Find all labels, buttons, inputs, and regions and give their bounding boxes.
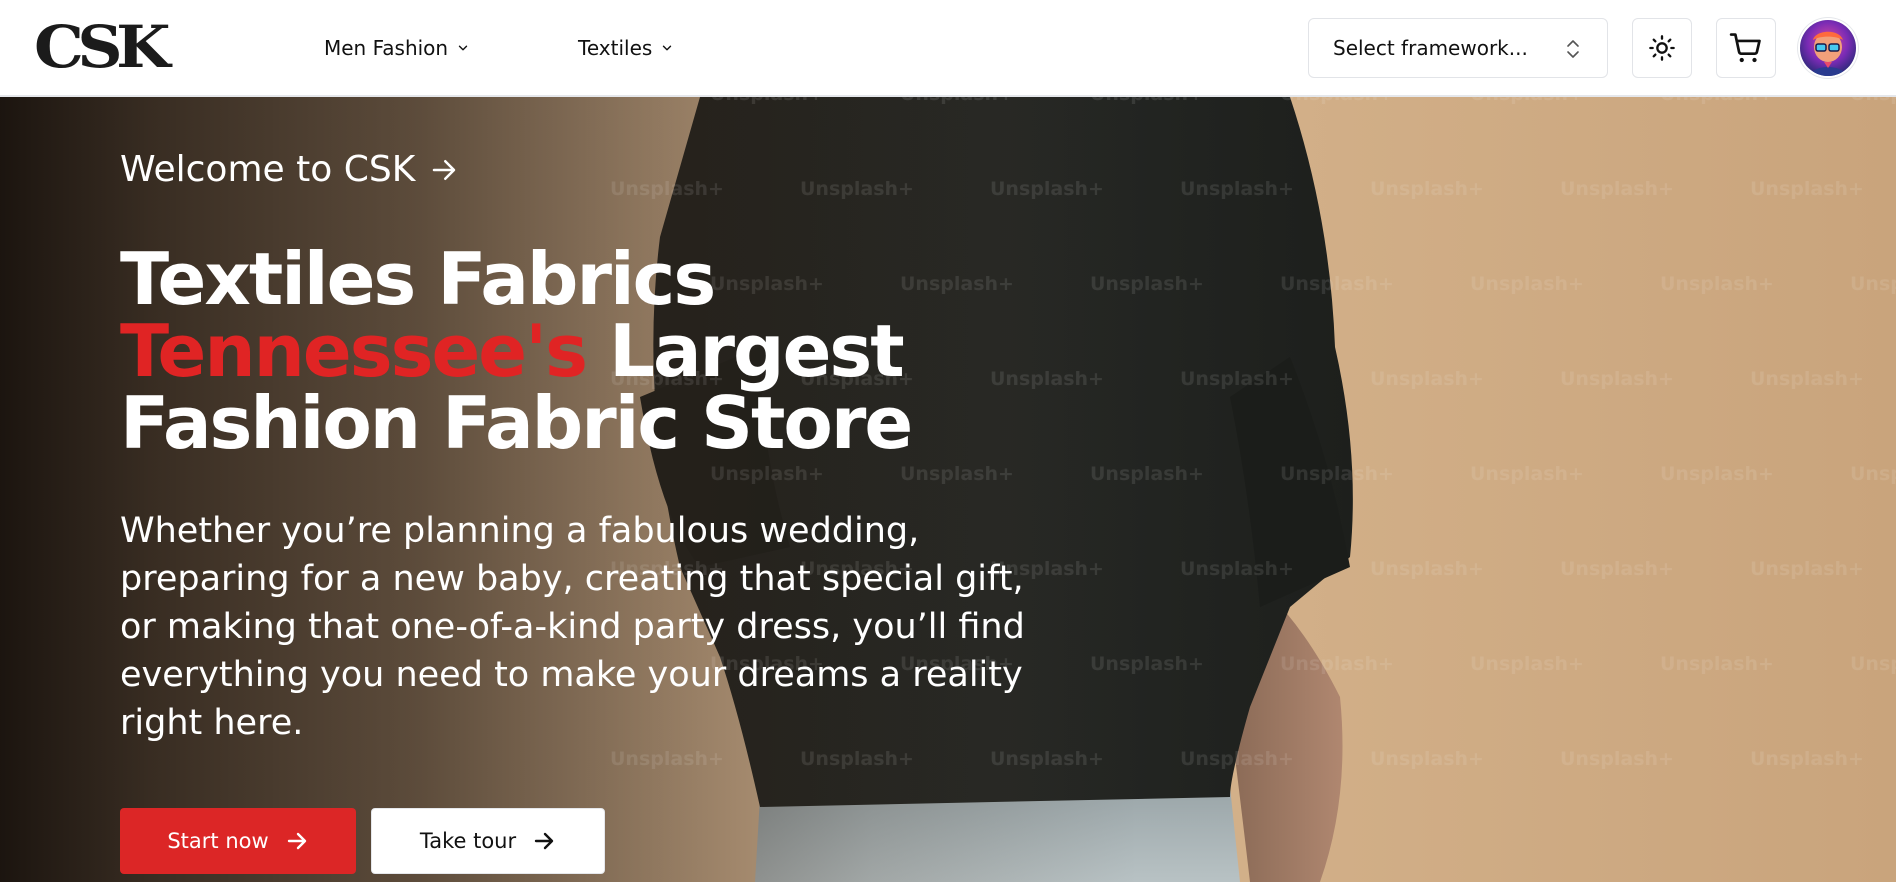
take-tour-button[interactable]: Take tour [371, 808, 605, 874]
welcome-link[interactable]: Welcome to CSK [120, 149, 459, 190]
hero-overlay [0, 97, 1896, 882]
start-now-button[interactable]: Start now [120, 808, 356, 874]
framework-select[interactable]: Select framework... [1308, 18, 1608, 78]
site-logo[interactable]: CSK [34, 17, 171, 77]
sun-icon [1649, 35, 1675, 61]
framework-select-value: Select framework... [1333, 36, 1528, 60]
site-header: CSK Men Fashion Textiles Select framewor… [0, 0, 1896, 97]
chevron-down-icon [458, 45, 468, 51]
headline-line-3: Fashion Fabric Store [120, 381, 913, 465]
hero-description: Whether you’re planning a fabulous weddi… [120, 511, 1025, 743]
nav-textiles[interactable]: Textiles [578, 28, 674, 68]
hero-section: Unsplash+Unsplash+Unsplash+Unsplash+Unsp… [0, 97, 1896, 882]
chevrons-up-down-icon [1567, 40, 1579, 58]
cart-button[interactable] [1716, 18, 1776, 78]
nav-textiles-label: Textiles [578, 36, 653, 60]
start-now-label: Start now [167, 829, 269, 853]
arrow-right-icon [534, 832, 554, 850]
avatar-image [1800, 20, 1856, 76]
chevron-down-icon [663, 45, 672, 51]
nav-men-fashion[interactable]: Men Fashion [324, 28, 470, 68]
hero-headline: Textiles Fabrics Tennessee's Largest Fas… [120, 243, 1020, 459]
arrow-right-icon [433, 159, 456, 180]
take-tour-label: Take tour [419, 829, 517, 853]
user-avatar[interactable] [1800, 20, 1856, 76]
shopping-cart-icon [1729, 33, 1761, 63]
headline-line-2: Tennessee's Largest [120, 315, 1020, 387]
nav-men-fashion-label: Men Fashion [324, 36, 449, 60]
headline-line-1: Textiles Fabrics [120, 237, 716, 321]
welcome-text: Welcome to CSK [120, 149, 416, 190]
theme-toggle-button[interactable] [1632, 18, 1692, 78]
arrow-right-icon [287, 832, 306, 850]
